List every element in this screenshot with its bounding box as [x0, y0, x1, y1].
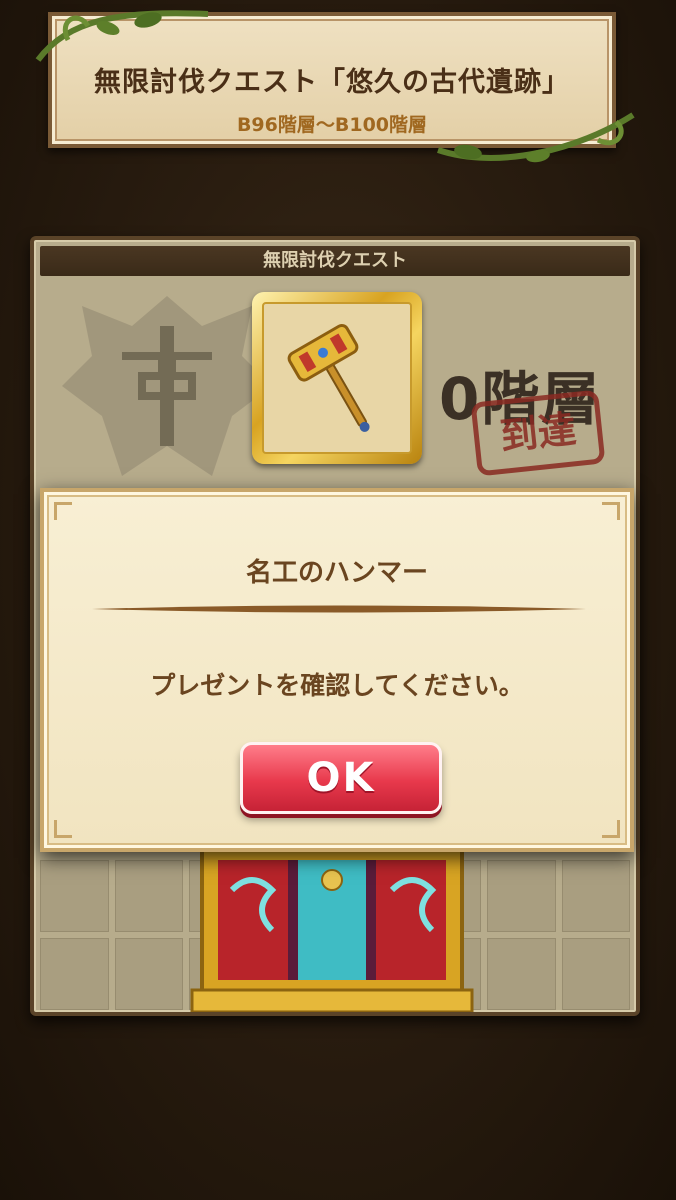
dialog-corner-decoration [602, 820, 620, 838]
ok-button[interactable]: OK [240, 742, 442, 814]
reward-item-slot [262, 302, 412, 454]
present-received-dialog: 名工のハンマー プレゼントを確認してください。 OK [40, 488, 634, 852]
golden-hammer-icon [287, 323, 370, 432]
dialog-message: プレゼントを確認してください。 [150, 671, 524, 700]
dialog-corner-decoration [602, 502, 620, 520]
panel-header: 無限討伐クエスト [40, 246, 630, 276]
monster-emblem-icon [62, 296, 272, 476]
dialog-divider [92, 605, 586, 613]
reward-item-frame [252, 292, 422, 464]
dialog-corner-decoration [54, 502, 72, 520]
vine-decoration-left [35, 10, 209, 62]
dialog-corner-decoration [54, 820, 72, 838]
vine-decoration-right [437, 112, 635, 163]
treasure-chest-icon [190, 848, 474, 1012]
dialog-title: 名工のハンマー [245, 558, 428, 588]
reached-stamp: 到達 [470, 389, 606, 477]
